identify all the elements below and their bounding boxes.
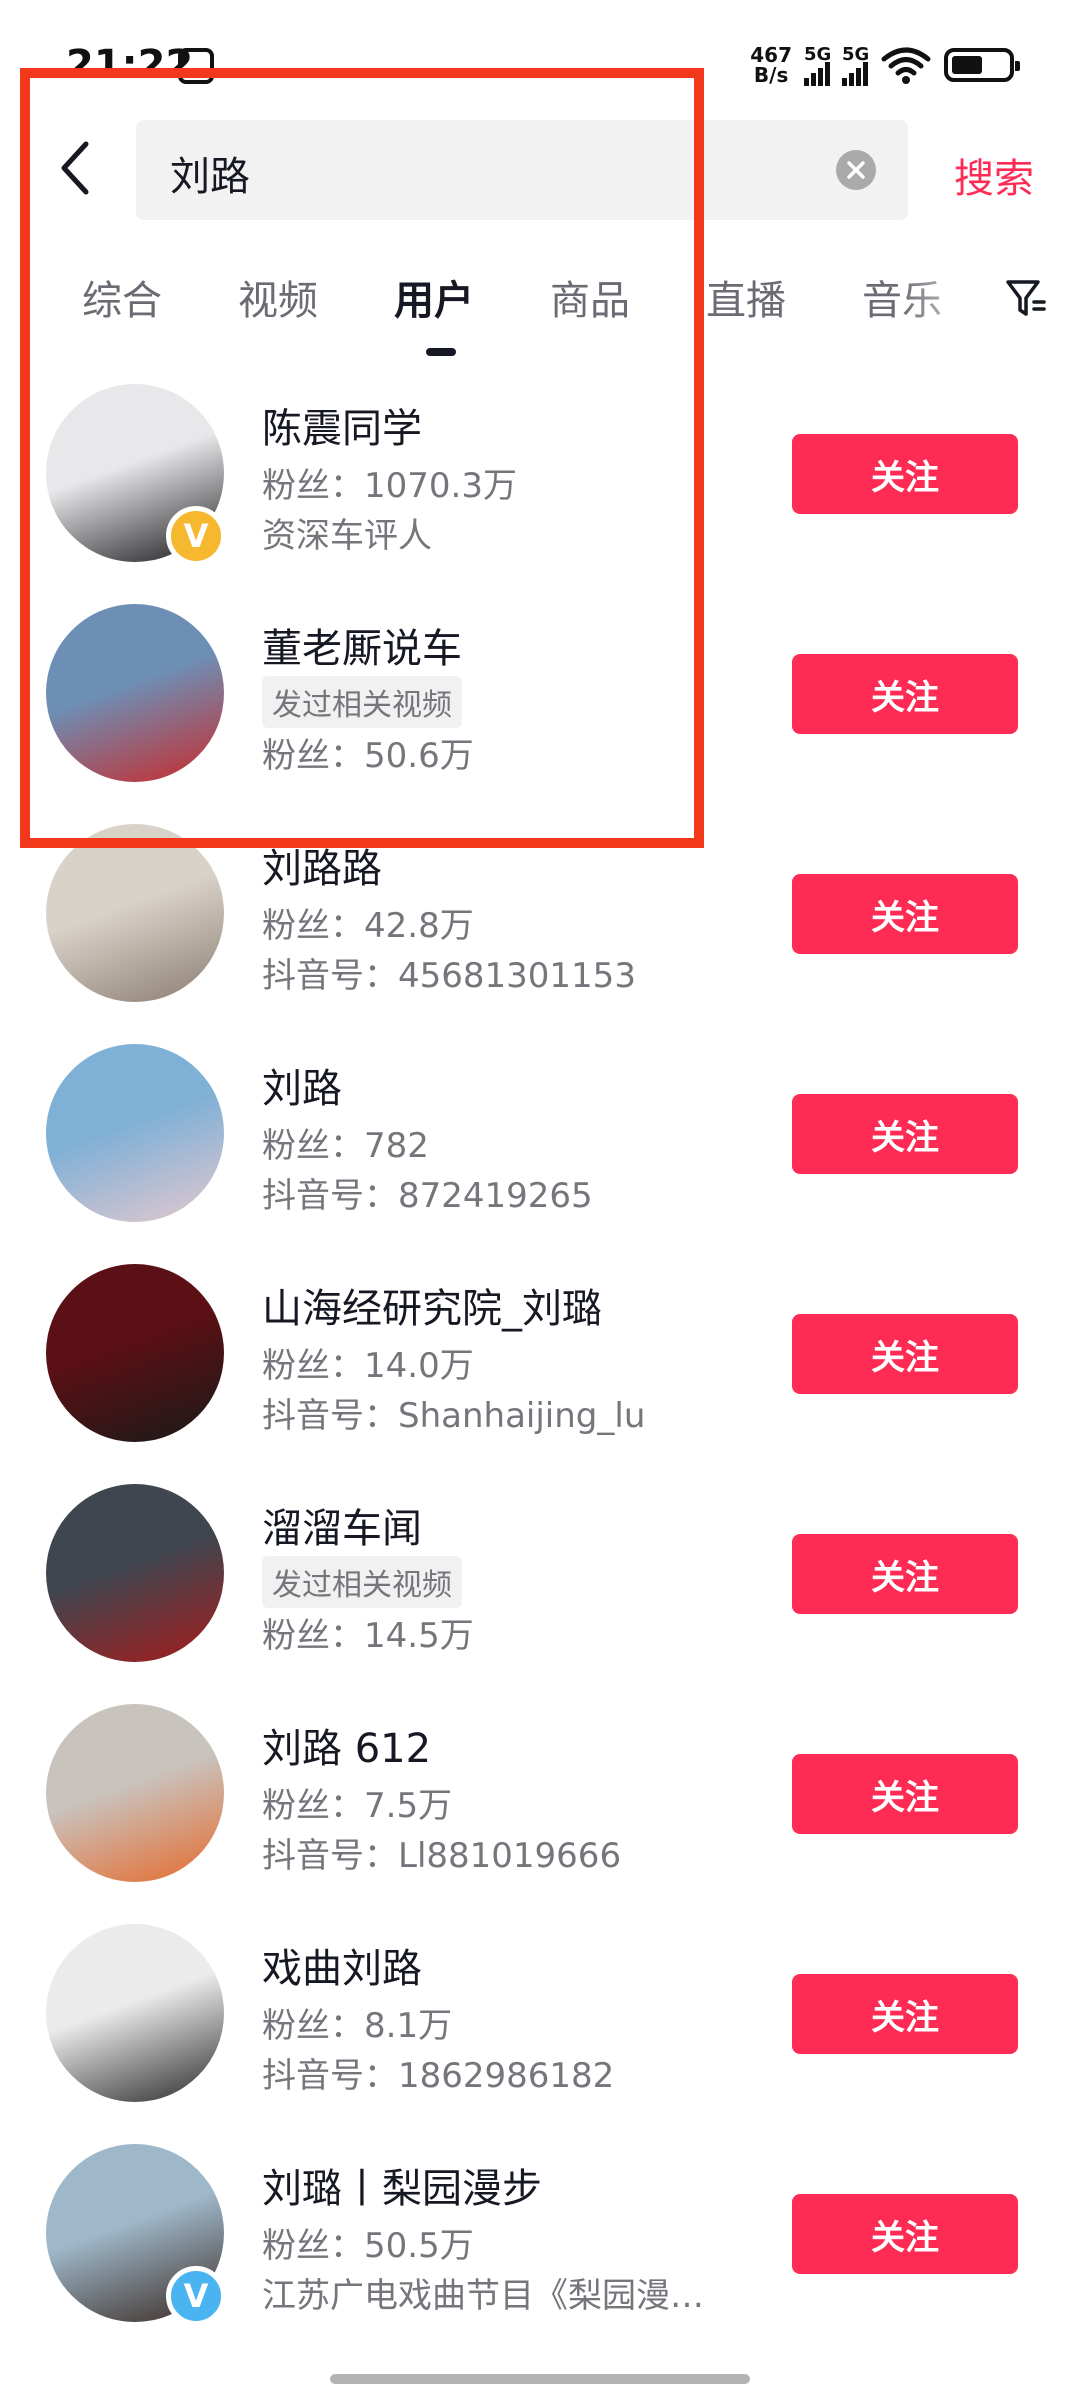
net-speed-value: 467: [750, 43, 792, 67]
user-name: 溜溜车闻: [262, 1506, 422, 1552]
follow-button[interactable]: 关注: [792, 1534, 1018, 1614]
user-row[interactable]: 戏曲刘路 粉丝：8.1万 抖音号：1862986182 关注: [0, 1924, 1080, 2150]
user-name: 刘璐丨梨园漫步: [262, 2166, 542, 2212]
follower-count: 粉丝：50.6万: [262, 736, 474, 776]
signal-label: 5G: [804, 44, 832, 65]
follow-button[interactable]: 关注: [792, 1094, 1018, 1174]
douyin-id: 抖音号：Ll881019666: [262, 1836, 622, 1876]
tab-comprehensive[interactable]: 综合: [82, 268, 162, 326]
douyin-id: 抖音号：872419265: [262, 1176, 593, 1216]
user-name: 刘路路: [262, 846, 382, 892]
follow-button[interactable]: 关注: [792, 2194, 1018, 2274]
search-query: 刘路: [170, 154, 250, 200]
follower-count: 粉丝：42.8万: [262, 906, 474, 946]
user-row[interactable]: 董老厮说车 发过相关视频 粉丝：50.6万 关注: [0, 604, 1080, 830]
follower-count: 粉丝：8.1万: [262, 2006, 453, 2046]
user-name: 戏曲刘路: [262, 1946, 422, 1992]
user-row[interactable]: V 陈震同学 粉丝：1070.3万 资深车评人 关注: [0, 384, 1080, 610]
status-time: 21:22: [66, 42, 194, 88]
avatar[interactable]: [46, 824, 224, 1002]
tab-users[interactable]: 用户: [394, 268, 474, 326]
signal-icon: 5G: [804, 44, 832, 86]
follow-button[interactable]: 关注: [792, 654, 1018, 734]
follow-button[interactable]: 关注: [792, 434, 1018, 514]
user-description: 江苏广电戏曲节目《梨园漫…: [262, 2276, 704, 2316]
user-row[interactable]: 刘路 612 粉丝：7.5万 抖音号：Ll881019666 关注: [0, 1704, 1080, 1930]
follow-button[interactable]: 关注: [792, 874, 1018, 954]
tab-products[interactable]: 商品: [550, 268, 630, 326]
battery-icon: [944, 48, 1020, 82]
follower-count: 粉丝：14.5万: [262, 1616, 474, 1656]
search-results-page: 21:22 467 B/s 5G 5G 刘路 搜索 综合 视频 用户 商品 直播…: [0, 0, 1080, 2400]
follower-count: 粉丝：14.0万: [262, 1346, 474, 1386]
follow-button[interactable]: 关注: [792, 1314, 1018, 1394]
user-name: 董老厮说车: [262, 626, 462, 672]
tab-live[interactable]: 直播: [706, 268, 786, 326]
related-video-tag: 发过相关视频: [262, 676, 462, 728]
user-name: 陈震同学: [262, 406, 422, 452]
wifi-icon: [881, 47, 931, 84]
follower-count: 粉丝：7.5万: [262, 1786, 453, 1826]
douyin-id: 抖音号：45681301153: [262, 956, 636, 996]
follow-button[interactable]: 关注: [792, 1754, 1018, 1834]
notification-icon: [178, 48, 214, 84]
tab-fade: [900, 262, 1000, 342]
tab-video[interactable]: 视频: [238, 268, 318, 326]
status-bar: 21:22 467 B/s 5G 5G: [0, 0, 1080, 100]
user-row[interactable]: 山海经研究院_刘璐 粉丝：14.0万 抖音号：Shanhaijing_lu 关注: [0, 1264, 1080, 1490]
search-input[interactable]: 刘路: [136, 120, 908, 220]
user-name: 山海经研究院_刘璐: [262, 1286, 602, 1332]
net-speed-unit: B/s: [753, 63, 789, 87]
avatar[interactable]: [46, 1264, 224, 1442]
related-video-tag: 发过相关视频: [262, 1556, 462, 1608]
home-indicator[interactable]: [330, 2374, 750, 2384]
user-name: 刘路: [262, 1066, 342, 1112]
user-row[interactable]: 刘路路 粉丝：42.8万 抖音号：45681301153 关注: [0, 824, 1080, 1050]
user-row[interactable]: 刘路 粉丝：782 抖音号：872419265 关注: [0, 1044, 1080, 1270]
avatar[interactable]: [46, 1044, 224, 1222]
clear-icon[interactable]: [836, 150, 876, 190]
user-description: 资深车评人: [262, 516, 432, 556]
active-tab-indicator: [426, 348, 456, 356]
user-name: 刘路 612: [262, 1726, 432, 1772]
search-button[interactable]: 搜索: [954, 146, 1034, 204]
signal-icon: 5G: [842, 44, 870, 86]
net-speed: 467 B/s: [750, 45, 792, 85]
verified-blue-icon: V: [166, 2266, 226, 2326]
status-icons: 467 B/s 5G 5G: [750, 44, 1020, 86]
user-row[interactable]: V 刘璐丨梨园漫步 粉丝：50.5万 江苏广电戏曲节目《梨园漫… 关注: [0, 2144, 1080, 2370]
filter-icon[interactable]: [1004, 276, 1048, 320]
avatar[interactable]: [46, 1484, 224, 1662]
back-arrow-icon[interactable]: [48, 138, 108, 198]
follower-count: 粉丝：782: [262, 1126, 429, 1166]
douyin-id: 抖音号：Shanhaijing_lu: [262, 1396, 646, 1436]
follow-button[interactable]: 关注: [792, 1974, 1018, 2054]
avatar[interactable]: [46, 604, 224, 782]
user-row[interactable]: 溜溜车闻 发过相关视频 粉丝：14.5万 关注: [0, 1484, 1080, 1710]
follower-count: 粉丝：50.5万: [262, 2226, 474, 2266]
avatar[interactable]: [46, 1704, 224, 1882]
follower-count: 粉丝：1070.3万: [262, 466, 517, 506]
signal-label: 5G: [842, 44, 870, 65]
verified-gold-icon: V: [166, 506, 226, 566]
douyin-id: 抖音号：1862986182: [262, 2056, 615, 2096]
avatar[interactable]: [46, 1924, 224, 2102]
